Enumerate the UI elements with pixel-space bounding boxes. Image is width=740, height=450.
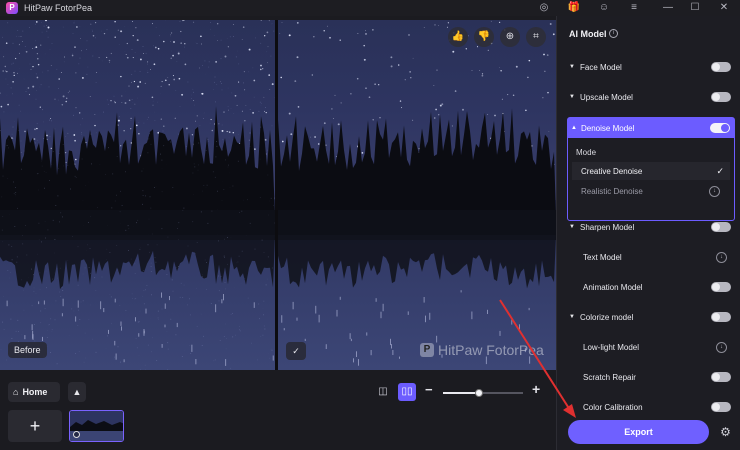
home-icon: ⌂: [13, 387, 19, 397]
model-label: Low-light Model: [583, 342, 640, 352]
model-label: Color Calibration: [583, 402, 643, 412]
sharpen-model-toggle[interactable]: [711, 222, 731, 232]
ai-model-panel: AI Model i ▼ Face Model ▼ Upscale Model …: [556, 16, 740, 450]
zoom-slider-handle[interactable]: [475, 389, 483, 397]
model-row-color-calibration[interactable]: Color Calibration: [569, 397, 731, 417]
animation-model-toggle[interactable]: [711, 282, 731, 292]
download-icon[interactable]: ↓: [709, 185, 720, 197]
zoom-slider-fill: [443, 392, 479, 394]
before-label: Before: [8, 342, 47, 358]
mode-option-realistic[interactable]: Realistic Denoise ↓: [572, 182, 730, 200]
home-label: Home: [22, 387, 48, 397]
close-icon[interactable]: ✕: [717, 1, 731, 15]
model-label: Text Model: [583, 252, 622, 262]
model-row-sharpen[interactable]: ▼ Sharpen Model: [569, 217, 731, 237]
bottom-bar: ⌂ Home ▲ + ◫ ▯▯ − +: [0, 372, 556, 450]
color-calibration-toggle[interactable]: [711, 402, 731, 412]
download-icon[interactable]: ↓: [716, 341, 727, 353]
image-tools: 👍 👎 ⊕ ⌗: [448, 27, 546, 47]
chevron-down-icon: ▼: [569, 94, 575, 100]
dislike-icon[interactable]: 👎: [474, 27, 494, 47]
denoise-model-section: ▲ Denoise Model Mode Creative Denoise ✓ …: [567, 117, 735, 221]
download-icon[interactable]: ↓: [716, 251, 727, 263]
chevron-down-icon: ▼: [569, 314, 575, 320]
zoom-icon[interactable]: ⊕: [500, 27, 520, 47]
watermark: P HitPaw FotorPea: [420, 342, 544, 358]
face-model-toggle[interactable]: [711, 62, 731, 72]
model-label: Scratch Repair: [583, 372, 636, 382]
chevron-down-icon: ▼: [569, 64, 575, 70]
watermark-text: HitPaw FotorPea: [438, 342, 544, 358]
model-row-animation[interactable]: Animation Model: [569, 277, 731, 297]
mode-option-label: Creative Denoise: [581, 166, 643, 176]
model-label: Animation Model: [583, 282, 643, 292]
image-canvas: 👍 👎 ⊕ ⌗ Before ✓ P HitPaw FotorPea: [0, 20, 556, 370]
panel-title: AI Model: [569, 29, 607, 39]
model-row-text[interactable]: Text Model ↓: [569, 247, 731, 267]
minimize-icon[interactable]: —: [661, 1, 675, 15]
zoom-in-button[interactable]: +: [532, 381, 540, 397]
gear-icon[interactable]: ⚙: [718, 425, 733, 440]
upscale-model-toggle[interactable]: [711, 92, 731, 102]
model-row-upscale[interactable]: ▼ Upscale Model: [569, 87, 731, 107]
discord-icon[interactable]: ◎: [537, 1, 551, 15]
app-logo: P: [6, 2, 18, 14]
watermark-logo-icon: P: [420, 343, 434, 357]
mode-option-creative[interactable]: Creative Denoise ✓: [572, 162, 730, 180]
split-view-icon[interactable]: ▯▯: [398, 383, 416, 401]
export-button[interactable]: Export: [568, 420, 709, 444]
chevron-up-icon[interactable]: ▲: [68, 382, 86, 402]
gift-icon[interactable]: 🎁: [567, 1, 581, 15]
before-image: [0, 20, 275, 370]
model-label: Denoise Model: [581, 123, 635, 133]
model-label: Colorize model: [580, 312, 634, 322]
account-icon[interactable]: ☺: [597, 1, 611, 15]
model-label: Sharpen Model: [580, 222, 635, 232]
checkmark-icon: ✓: [716, 165, 724, 176]
chevron-down-icon: ▼: [569, 224, 575, 230]
mode-label: Mode: [576, 148, 597, 157]
like-icon[interactable]: 👍: [448, 27, 468, 47]
home-button[interactable]: ⌂ Home: [8, 382, 60, 402]
model-row-denoise[interactable]: ▲ Denoise Model: [568, 118, 734, 138]
single-view-icon[interactable]: ◫: [374, 383, 392, 401]
after-check-icon: ✓: [286, 342, 306, 360]
image-thumbnail[interactable]: [69, 410, 124, 442]
app-title: HitPaw FotorPea: [24, 3, 93, 13]
mode-option-label: Realistic Denoise: [581, 186, 643, 196]
crop-icon[interactable]: ⌗: [526, 27, 546, 47]
zoom-out-button[interactable]: −: [425, 382, 433, 397]
chevron-up-icon: ▲: [571, 125, 577, 131]
scratch-repair-toggle[interactable]: [711, 372, 731, 382]
model-row-colorize[interactable]: ▼ Colorize model: [569, 307, 731, 327]
model-row-lowlight[interactable]: Low-light Model ↓: [569, 337, 731, 357]
after-image: [278, 20, 556, 370]
model-label: Face Model: [580, 62, 622, 72]
zoom-slider[interactable]: [443, 389, 523, 397]
info-icon[interactable]: i: [609, 29, 618, 38]
title-bar: P HitPaw FotorPea ◎ 🎁 ☺ ≡ — ☐ ✕: [0, 0, 740, 16]
model-row-scratch[interactable]: Scratch Repair: [569, 367, 731, 387]
model-label: Upscale Model: [580, 92, 633, 102]
colorize-model-toggle[interactable]: [711, 312, 731, 322]
thumbnail-status-icon: [73, 431, 80, 438]
model-row-face[interactable]: ▼ Face Model: [569, 57, 731, 77]
maximize-icon[interactable]: ☐: [688, 1, 702, 15]
menu-icon[interactable]: ≡: [627, 1, 641, 15]
add-image-button[interactable]: +: [8, 410, 62, 442]
denoise-model-toggle[interactable]: [710, 123, 730, 133]
